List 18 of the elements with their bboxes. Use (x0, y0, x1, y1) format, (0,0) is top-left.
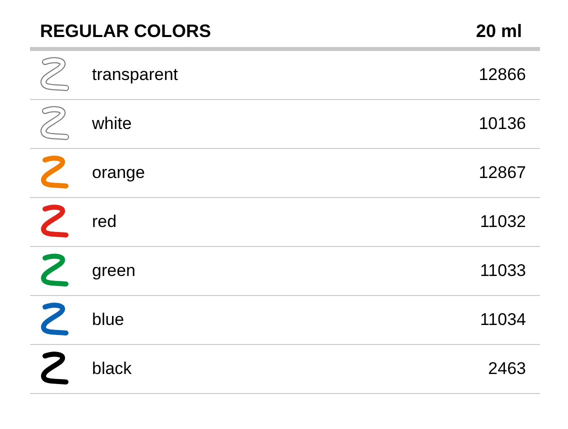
color-name: blue (92, 309, 126, 332)
swirl-icon (40, 57, 69, 91)
color-name: white (92, 113, 133, 136)
color-name: orange (92, 162, 146, 184)
product-code: 12866 (478, 64, 526, 86)
swirl-icon (40, 106, 69, 140)
product-code: 10136 (478, 113, 526, 136)
product-code: 11032 (480, 211, 526, 234)
product-code: 12867 (478, 162, 526, 184)
color-name: red (92, 211, 118, 234)
product-code: 2463 (488, 358, 526, 380)
product-code: 11033 (480, 260, 526, 282)
color-name: green (92, 260, 136, 282)
column-header: 20 ml (476, 20, 522, 42)
product-code: 11034 (480, 309, 526, 332)
color-name: black (92, 358, 133, 380)
column-header: REGULAR COLORS (40, 20, 212, 42)
color-name: transparent (92, 64, 179, 86)
